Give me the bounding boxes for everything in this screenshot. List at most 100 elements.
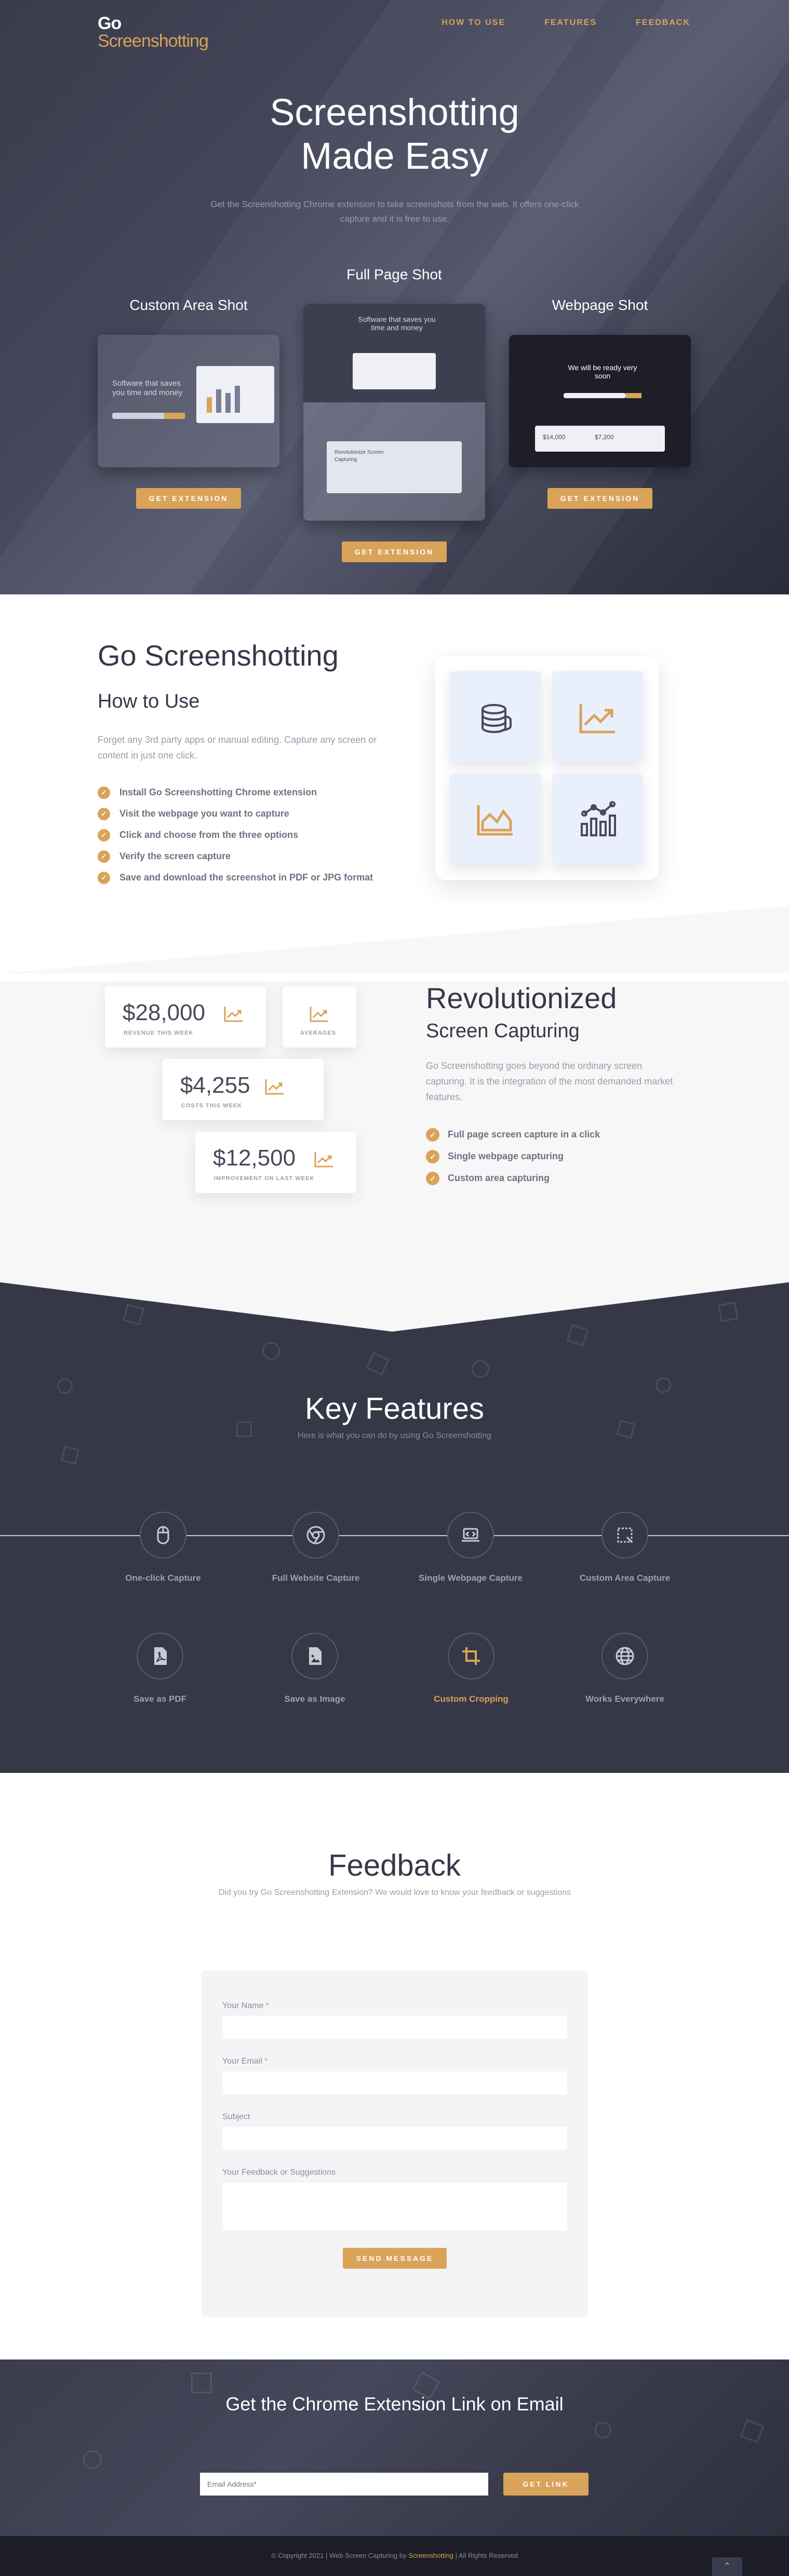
check-item: ✓ Custom area capturing [426, 1171, 600, 1185]
feature-icon-circle [140, 1512, 186, 1558]
laptop-icon [462, 1528, 479, 1542]
chrome-icon [306, 1526, 325, 1544]
feature-custom-area-capture[interactable]: Custom Area Capture [563, 1512, 687, 1583]
preview-button [626, 393, 641, 398]
step-item: ✓ Click and choose from the three options [98, 828, 389, 842]
get-extension-button-left[interactable]: GET EXTENSION [136, 488, 241, 509]
revolution-description: Go Screenshotting goes beyond the ordina… [426, 1061, 673, 1102]
footer-link[interactable]: Screenshotting [408, 2552, 453, 2559]
feature-single-webpage-capture[interactable]: Single Webpage Capture [408, 1512, 533, 1583]
feature-icon-circle [601, 1633, 648, 1679]
email-field[interactable] [222, 2071, 567, 2094]
feedback-title: Feedback [328, 1849, 461, 1882]
get-extension-button-right[interactable]: GET EXTENSION [547, 488, 652, 509]
preview-input [564, 393, 626, 398]
nav-link-feedback[interactable]: FEEDBACK [636, 18, 690, 28]
stat-value: $4,255 [180, 1073, 250, 1098]
feature-full-website-capture[interactable]: Full Website Capture [253, 1512, 378, 1583]
preview-bar [235, 386, 240, 413]
site-footer: © Copyright 2021 | Web Screen Capturing … [0, 2536, 789, 2576]
step-bullet-icon: ✓ [98, 808, 110, 820]
feature-icon-circle [601, 1512, 648, 1558]
decor-circle [595, 2422, 611, 2438]
features-subtitle: Here is what you can do by using Go Scre… [298, 1431, 491, 1440]
feature-icon-circle [291, 1633, 338, 1679]
preview-subheading: Revolutionize Screen Capturing [335, 450, 384, 463]
feature-icon-circle [292, 1512, 339, 1558]
feature-one-click-capture[interactable]: One-click Capture [101, 1512, 225, 1583]
full-page-shot-preview: Software that saves you time and money R… [303, 304, 485, 521]
check-text: Full page screen capture in a click [448, 1129, 600, 1140]
subject-field[interactable] [222, 2127, 567, 2150]
message-label: Your Feedback or Suggestions [222, 2168, 336, 2177]
required-mark: * [264, 2057, 268, 2066]
step-bullet-icon: ✓ [98, 829, 110, 842]
section-divider [0, 906, 789, 973]
stat-value: $12,500 [213, 1145, 296, 1171]
stat-label: AVERAGES [300, 1030, 336, 1036]
email-label: Your Email * [222, 2057, 268, 2066]
name-field[interactable] [222, 2016, 567, 2039]
feedback-form: Your Name * Your Email * Subject Your Fe… [202, 1970, 588, 2317]
trend-up-icon [265, 1079, 284, 1095]
preview-heading: Software that saves you time and money [358, 315, 436, 332]
copyright-suffix: | All Rights Reserved [455, 2552, 518, 2559]
message-field[interactable] [222, 2182, 567, 2230]
nav-link-how-to-use[interactable]: HOW TO USE [442, 18, 505, 28]
step-text: Click and choose from the three options [119, 830, 299, 840]
top-navigation: Go Screenshotting HOW TO USE FEATURES FE… [0, 0, 789, 50]
decor-circle [83, 2450, 102, 2469]
tile-area [450, 774, 541, 864]
feature-name: Custom Area Capture [579, 1573, 671, 1583]
mouse-icon [157, 1526, 169, 1544]
tile-bars [552, 774, 643, 864]
pdf-file-icon [154, 1647, 167, 1665]
image-file-icon [309, 1647, 322, 1665]
site-logo[interactable]: Go Screenshotting [98, 15, 209, 50]
send-message-button[interactable]: SEND MESSAGE [343, 2248, 447, 2269]
decor-square [366, 1352, 390, 1376]
check-text: Custom area capturing [448, 1173, 550, 1183]
feature-custom-cropping[interactable]: Custom Cropping [409, 1633, 533, 1704]
feature-name: Works Everywhere [585, 1694, 664, 1704]
nav-links: HOW TO USE FEATURES FEEDBACK [442, 18, 690, 28]
trend-up-icon [579, 703, 615, 733]
icon-panel [435, 657, 659, 880]
how-description: Forget any 3rd party apps or manual edit… [98, 735, 377, 761]
tile-coins [450, 671, 541, 762]
decor-circle [472, 1360, 489, 1378]
feature-works-everywhere[interactable]: Works Everywhere [563, 1633, 687, 1704]
stat-averages-card: AVERAGES [283, 986, 356, 1048]
check-icon: ✓ [426, 1172, 439, 1185]
stat-revenue-card: $28,000 REVENUE THIS WEEK [105, 986, 266, 1048]
nav-link-features[interactable]: FEATURES [544, 18, 597, 28]
hero-subtitle: Get the Screenshotting Chrome extension … [210, 199, 579, 224]
feature-name: Save as Image [284, 1694, 345, 1704]
stat-label: IMPROVEMENT ON LAST WEEK [214, 1175, 315, 1182]
get-extension-button-mid[interactable]: GET EXTENSION [342, 541, 447, 562]
trend-up-icon [224, 1007, 243, 1022]
email-label-text: Your Email [222, 2057, 262, 2066]
stat-value: $28,000 [123, 1000, 206, 1025]
step-text: Visit the webpage you want to capture [119, 808, 289, 819]
get-link-button[interactable]: GET LINK [503, 2473, 589, 2496]
revolution-title: Revolutionized [426, 982, 617, 1014]
feature-save-as-image[interactable]: Save as Image [252, 1633, 377, 1704]
email-address-input[interactable] [200, 2473, 488, 2496]
feature-name: Save as PDF [133, 1694, 187, 1704]
decor-circle [656, 1377, 671, 1393]
feature-icon-circle [137, 1633, 183, 1679]
check-item: ✓ Single webpage capturing [426, 1149, 600, 1163]
full-page-shot-title: Full Page Shot [346, 266, 442, 282]
feature-save-as-pdf[interactable]: Save as PDF [98, 1633, 222, 1704]
custom-area-shot-title: Custom Area Shot [129, 297, 248, 313]
subject-label: Subject [222, 2112, 250, 2121]
back-to-top-button[interactable]: ⌃ [712, 2557, 742, 2576]
decor-square [718, 1301, 739, 1322]
hero-section: Go Screenshotting HOW TO USE FEATURES FE… [0, 0, 789, 594]
feature-name: Custom Cropping [434, 1694, 509, 1704]
revolution-subtitle: Screen Capturing [426, 1020, 580, 1042]
check-text: Single webpage capturing [448, 1151, 564, 1161]
preview-stat: $14,000 [543, 433, 566, 441]
area-chart-icon [477, 805, 513, 835]
